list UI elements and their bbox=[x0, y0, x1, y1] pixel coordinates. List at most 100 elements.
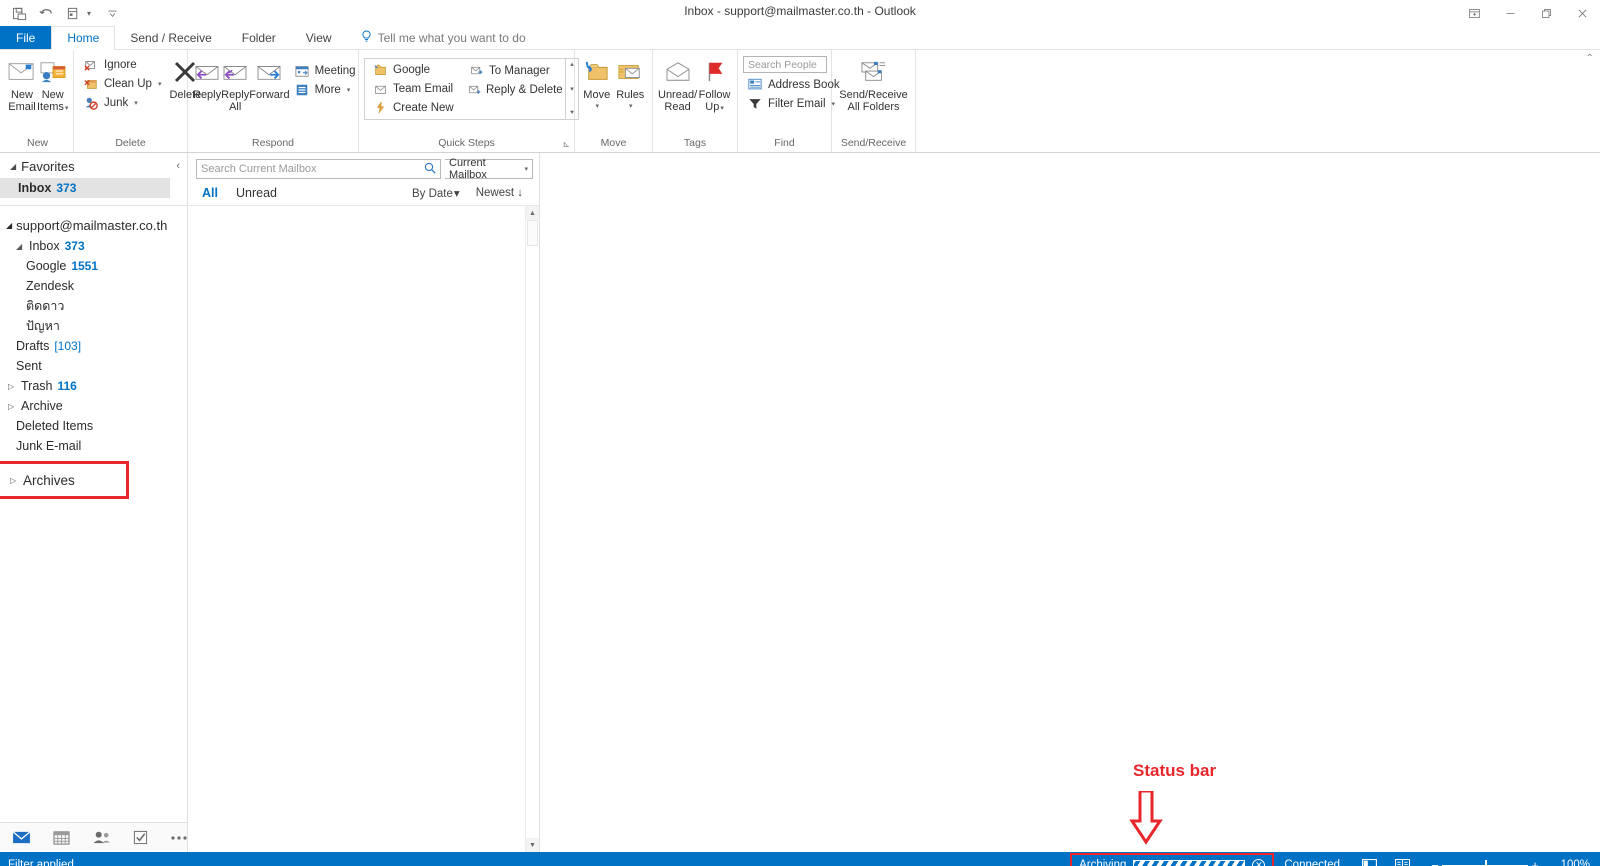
zoom-percent-label[interactable]: 100% bbox=[1556, 859, 1590, 866]
meeting-button[interactable]: Meeting bbox=[290, 61, 360, 80]
sidebar-item-panha[interactable]: ปัญหา bbox=[0, 316, 187, 336]
filter-all-tab[interactable]: All bbox=[202, 186, 218, 200]
sidebar-item-favorites-inbox[interactable]: Inbox 373 bbox=[0, 178, 170, 198]
filter-unread-tab[interactable]: Unread bbox=[236, 186, 277, 200]
junk-button[interactable]: Junk ▾ bbox=[79, 93, 165, 112]
normal-view-button[interactable] bbox=[1362, 858, 1377, 866]
address-book-button[interactable]: Address Book bbox=[743, 75, 844, 94]
save-as-icon[interactable] bbox=[10, 5, 28, 22]
reply-button[interactable]: Reply bbox=[193, 53, 221, 101]
collapse-ribbon-button[interactable]: ⌃ bbox=[1586, 50, 1600, 64]
sidebar-item-deleted-items[interactable]: Deleted Items bbox=[0, 416, 187, 436]
archive-expand-icon[interactable]: ▷ bbox=[8, 402, 16, 411]
search-input[interactable]: Search Current Mailbox bbox=[196, 159, 441, 179]
sidebar-item-archives[interactable]: ▷ Archives bbox=[0, 461, 129, 499]
sort-group[interactable]: By Date▾ Newest ↓ bbox=[412, 186, 537, 200]
quick-steps-dialog-launcher[interactable]: ⊾ bbox=[562, 137, 570, 151]
folder-pane[interactable]: ‹ ◢ Favorites Inbox 373 ◢ support@mailma… bbox=[0, 153, 188, 852]
zoom-slider-track[interactable] bbox=[1442, 859, 1528, 866]
scrollbar-thumb[interactable] bbox=[527, 220, 538, 246]
rules-caret-icon[interactable]: ▾ bbox=[629, 101, 633, 113]
filter-email-button[interactable]: Filter Email ▾ bbox=[743, 94, 844, 113]
quick-step-reply-delete[interactable]: Reply & Delete bbox=[464, 80, 563, 99]
minimize-button[interactable] bbox=[1492, 0, 1528, 26]
search-row[interactable]: Search Current Mailbox Current Mailbox ▾ bbox=[188, 153, 539, 183]
new-items-button[interactable]: New Items▾ bbox=[37, 53, 68, 115]
tab-home[interactable]: Home bbox=[51, 26, 116, 50]
account-collapse-icon[interactable]: ◢ bbox=[6, 221, 12, 230]
window-controls[interactable] bbox=[1456, 0, 1600, 26]
status-bar-right[interactable]: Archiving ✕ Connected − + 100% bbox=[1070, 853, 1600, 866]
sidebar-item-inbox[interactable]: ◢ Inbox 373 bbox=[0, 236, 187, 256]
message-list-scrollbar[interactable]: ▲ ▼ bbox=[525, 206, 539, 852]
more-respond-caret-icon[interactable]: ▾ bbox=[347, 86, 351, 94]
sidebar-item-junk-email[interactable]: Junk E-mail bbox=[0, 436, 187, 456]
ignore-button[interactable]: Ignore bbox=[79, 55, 165, 74]
send-receive-all-folders-button[interactable]: Send/Receive All Folders bbox=[837, 53, 910, 113]
sidebar-item-sent[interactable]: Sent bbox=[0, 356, 187, 376]
calendar-nav-icon[interactable] bbox=[53, 830, 70, 845]
quick-step-google[interactable]: Google bbox=[368, 61, 458, 80]
filter-row[interactable]: All Unread By Date▾ Newest ↓ bbox=[188, 183, 539, 206]
sort-by-dropdown[interactable]: By Date▾ bbox=[412, 186, 460, 200]
cancel-archiving-icon[interactable]: ✕ bbox=[1252, 858, 1266, 866]
quick-step-create-new[interactable]: Create New bbox=[368, 98, 458, 117]
sidebar-item-trash[interactable]: ▷ Trash 116 bbox=[0, 376, 187, 396]
inbox-collapse-icon[interactable]: ◢ bbox=[16, 242, 24, 251]
search-scope-dropdown[interactable]: Current Mailbox ▾ bbox=[445, 157, 533, 181]
account-header[interactable]: ◢ support@mailmaster.co.th bbox=[0, 214, 187, 236]
quick-steps-scroll-down-icon[interactable]: ▾ bbox=[570, 86, 574, 93]
ribbon[interactable]: New Email New Items▾ New Ignore Clean Up… bbox=[0, 50, 1600, 153]
new-items-caret-icon[interactable]: ▾ bbox=[65, 105, 69, 112]
sidebar-item-tidao[interactable]: ติดดาว bbox=[0, 296, 187, 316]
quick-steps-scroll-up-icon[interactable]: ▴ bbox=[570, 61, 574, 68]
tab-file[interactable]: File bbox=[0, 26, 52, 49]
sidebar-item-google[interactable]: Google 1551 bbox=[0, 256, 187, 276]
send-receive-icon[interactable] bbox=[64, 5, 82, 22]
mail-nav-icon[interactable] bbox=[12, 830, 31, 845]
sidebar-item-drafts[interactable]: Drafts [103] bbox=[0, 336, 187, 356]
new-email-button[interactable]: New Email bbox=[7, 53, 37, 113]
message-list-items[interactable]: ▲ ▼ bbox=[188, 206, 539, 852]
tab-view[interactable]: View bbox=[291, 26, 347, 49]
folder-list[interactable]: ◢ Favorites Inbox 373 ◢ support@mailmast… bbox=[0, 153, 187, 822]
collapse-folder-pane-icon[interactable]: ‹ bbox=[176, 160, 180, 172]
archives-expand-icon[interactable]: ▷ bbox=[10, 476, 18, 485]
customize-qat-icon[interactable] bbox=[103, 5, 121, 22]
ribbon-display-options-button[interactable] bbox=[1456, 0, 1492, 26]
move-button[interactable]: Move ▾ bbox=[580, 53, 614, 113]
tasks-nav-icon[interactable] bbox=[133, 830, 148, 845]
navigation-bar[interactable] bbox=[0, 822, 187, 852]
search-people-input[interactable]: Search People bbox=[743, 56, 827, 73]
more-nav-icon[interactable] bbox=[170, 835, 188, 841]
unread-read-button[interactable]: Unread/ Read bbox=[658, 53, 697, 113]
scroll-down-icon[interactable]: ▼ bbox=[526, 838, 539, 852]
quick-step-to-manager[interactable]: To Manager bbox=[464, 61, 562, 80]
rules-button[interactable]: Rules ▾ bbox=[614, 53, 648, 113]
archiving-status-group[interactable]: Archiving ✕ bbox=[1070, 853, 1275, 866]
people-nav-icon[interactable] bbox=[92, 830, 111, 845]
sidebar-item-archive[interactable]: ▷ Archive bbox=[0, 396, 187, 416]
sidebar-item-zendesk[interactable]: Zendesk bbox=[0, 276, 187, 296]
zoom-slider-thumb[interactable] bbox=[1485, 859, 1487, 866]
favorites-header[interactable]: ◢ Favorites bbox=[0, 157, 187, 178]
close-button[interactable] bbox=[1564, 0, 1600, 26]
forward-button[interactable]: Forward bbox=[249, 53, 290, 101]
tab-folder[interactable]: Folder bbox=[227, 26, 291, 49]
quick-steps-gallery[interactable]: Google Team Email Create New To Manager … bbox=[364, 58, 579, 120]
sort-by-caret-icon[interactable]: ▾ bbox=[454, 188, 460, 200]
follow-up-button[interactable]: Follow Up▾ bbox=[697, 53, 732, 115]
junk-caret-icon[interactable]: ▾ bbox=[134, 99, 138, 107]
quick-steps-scroll-more-icon[interactable]: ⯆ bbox=[569, 110, 575, 117]
follow-up-caret-icon[interactable]: ▾ bbox=[720, 105, 724, 112]
reply-all-button[interactable]: Reply All bbox=[221, 53, 249, 113]
undo-icon[interactable] bbox=[37, 5, 55, 22]
trash-expand-icon[interactable]: ▷ bbox=[8, 382, 16, 391]
ribbon-tab-strip[interactable]: File Home Send / Receive Folder View Tel… bbox=[0, 26, 1600, 50]
move-caret-icon[interactable]: ▾ bbox=[595, 101, 599, 113]
more-respond-button[interactable]: More ▾ bbox=[290, 80, 360, 99]
scroll-up-icon[interactable]: ▲ bbox=[526, 206, 539, 220]
message-list-pane[interactable]: Search Current Mailbox Current Mailbox ▾… bbox=[188, 153, 540, 852]
restore-button[interactable] bbox=[1528, 0, 1564, 26]
cleanup-caret-icon[interactable]: ▾ bbox=[158, 80, 162, 88]
